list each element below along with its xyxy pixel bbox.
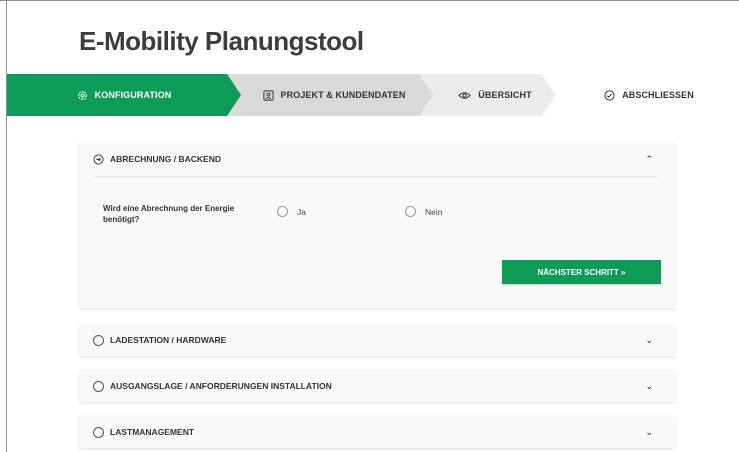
chevron-double-down-icon[interactable]: ⌄	[645, 381, 653, 392]
section-ausgangslage-installation[interactable]: AUSGANGSLAGE / ANFORDERUNGEN INSTALLATIO…	[79, 370, 675, 402]
divider	[93, 176, 657, 177]
step-projekt-kundendaten[interactable]: PROJEKT & KUNDENDATEN	[225, 74, 433, 116]
next-step-button[interactable]: NÄCHSTER SCHRITT »	[502, 260, 661, 284]
circle-icon	[93, 334, 104, 346]
radio-label-ja: Ja	[297, 206, 306, 217]
section-title: LADESTATION / HARDWARE	[110, 335, 227, 345]
step-abschliessen[interactable]: ABSCHLIESSEN	[539, 74, 739, 116]
radio-ja[interactable]: Ja	[277, 206, 306, 217]
section-title: LASTMANAGEMENT	[110, 427, 195, 437]
step-konfiguration[interactable]: KONFIGURATION	[7, 74, 241, 116]
circle-icon	[93, 426, 104, 438]
progress-stepper: KONFIGURATION PROJEKT & KUNDENDATEN ÜBER…	[7, 74, 739, 116]
chevron-double-down-icon[interactable]: ⌄	[645, 427, 653, 438]
section-lastmanagement[interactable]: LASTMANAGEMENT ⌄	[79, 416, 675, 448]
section-title: AUSGANGSLAGE / ANFORDERUNGEN INSTALLATIO…	[110, 381, 332, 391]
step-uebersicht[interactable]: ÜBERSICHT	[415, 74, 555, 116]
section-header[interactable]: ABRECHNUNG / BACKEND ⌃	[79, 142, 675, 176]
contact-card-icon	[262, 89, 274, 101]
step-label: ÜBERSICHT	[478, 90, 532, 100]
question-label: Wird eine Abrechnung der Energie benötig…	[103, 204, 235, 224]
section-title: ABRECHNUNG / BACKEND	[110, 154, 221, 164]
gear-icon	[77, 90, 87, 100]
section-ladestation-hardware[interactable]: LADESTATION / HARDWARE ⌄	[79, 324, 675, 356]
arrow-circle-icon	[93, 153, 104, 165]
step-label: KONFIGURATION	[94, 90, 172, 100]
step-label: ABSCHLIESSEN	[622, 90, 694, 100]
check-circle-icon	[604, 89, 615, 101]
window-border-top	[0, 0, 739, 1]
circle-icon	[93, 380, 104, 392]
radio-label-nein: Nein	[425, 206, 443, 217]
radio-circle[interactable]	[405, 206, 416, 217]
window-border-left	[6, 0, 7, 452]
eye-icon	[458, 91, 472, 99]
chevron-double-down-icon[interactable]: ⌄	[645, 335, 653, 346]
step-label: PROJEKT & KUNDENDATEN	[280, 90, 406, 100]
section-header[interactable]: LASTMANAGEMENT ⌄	[79, 416, 675, 448]
chevron-double-up-icon[interactable]: ⌃	[645, 154, 653, 165]
radio-circle[interactable]	[277, 206, 288, 217]
section-abrechnung-backend: ABRECHNUNG / BACKEND ⌃ Wird eine Abrechn…	[79, 142, 675, 308]
section-header[interactable]: LADESTATION / HARDWARE ⌄	[79, 324, 675, 356]
page-title: E-Mobility Planungstool	[79, 26, 364, 56]
radio-nein[interactable]: Nein	[405, 206, 442, 217]
section-header[interactable]: AUSGANGSLAGE / ANFORDERUNGEN INSTALLATIO…	[79, 370, 675, 402]
